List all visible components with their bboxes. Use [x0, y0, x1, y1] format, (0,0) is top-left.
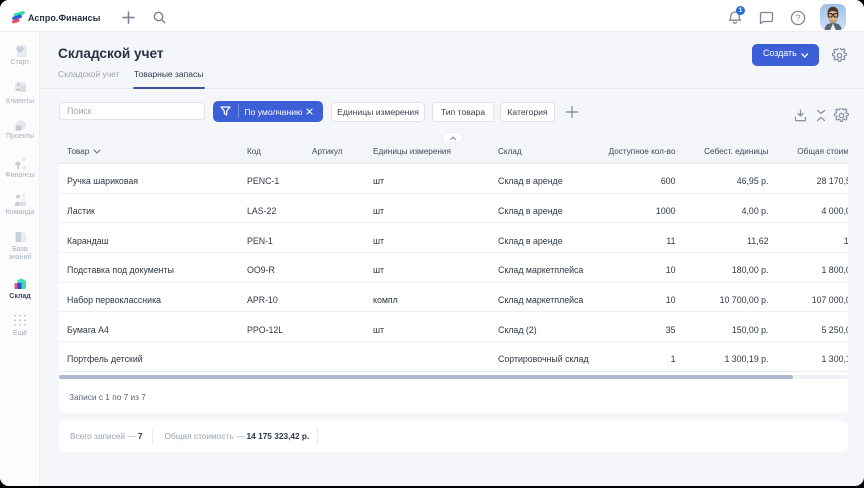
svg-text:?: ?	[795, 13, 800, 23]
